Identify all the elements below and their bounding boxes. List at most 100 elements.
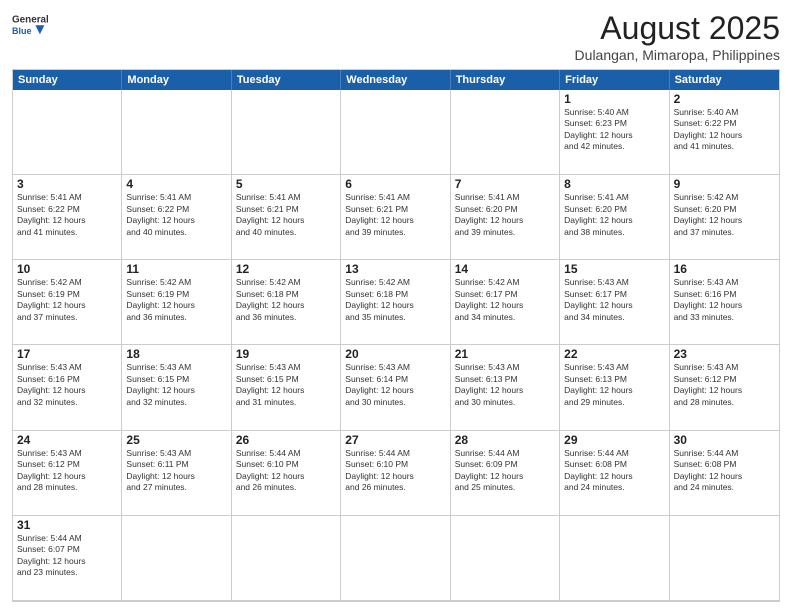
day-header-saturday: Saturday [670,70,779,90]
svg-text:Blue: Blue [12,26,32,36]
calendar-cell-15: 15Sunrise: 5:43 AMSunset: 6:17 PMDayligh… [560,260,669,345]
cell-sun-info: Sunrise: 5:43 AMSunset: 6:14 PMDaylight:… [345,362,445,408]
cell-sun-info: Sunrise: 5:42 AMSunset: 6:19 PMDaylight:… [17,277,117,323]
cell-sun-info: Sunrise: 5:43 AMSunset: 6:17 PMDaylight:… [564,277,664,323]
calendar-cell-empty [451,516,560,601]
cell-sun-info: Sunrise: 5:41 AMSunset: 6:21 PMDaylight:… [345,192,445,238]
calendar-cell-16: 16Sunrise: 5:43 AMSunset: 6:16 PMDayligh… [670,260,779,345]
calendar-cell-6: 6Sunrise: 5:41 AMSunset: 6:21 PMDaylight… [341,175,450,260]
cell-sun-info: Sunrise: 5:43 AMSunset: 6:13 PMDaylight:… [564,362,664,408]
cell-sun-info: Sunrise: 5:43 AMSunset: 6:15 PMDaylight:… [126,362,226,408]
location: Dulangan, Mimaropa, Philippines [575,47,780,63]
calendar: SundayMondayTuesdayWednesdayThursdayFrid… [12,69,780,602]
cell-day-number: 21 [455,347,555,361]
day-header-wednesday: Wednesday [341,70,450,90]
calendar-cell-26: 26Sunrise: 5:44 AMSunset: 6:10 PMDayligh… [232,431,341,516]
cell-day-number: 16 [674,262,775,276]
cell-day-number: 1 [564,92,664,106]
day-header-friday: Friday [560,70,669,90]
calendar-cell-25: 25Sunrise: 5:43 AMSunset: 6:11 PMDayligh… [122,431,231,516]
cell-day-number: 7 [455,177,555,191]
cell-day-number: 8 [564,177,664,191]
calendar-cell-7: 7Sunrise: 5:41 AMSunset: 6:20 PMDaylight… [451,175,560,260]
cell-sun-info: Sunrise: 5:41 AMSunset: 6:20 PMDaylight:… [564,192,664,238]
calendar-cell-14: 14Sunrise: 5:42 AMSunset: 6:17 PMDayligh… [451,260,560,345]
cell-day-number: 24 [17,433,117,447]
cell-sun-info: Sunrise: 5:44 AMSunset: 6:08 PMDaylight:… [674,448,775,494]
calendar-cell-empty [670,516,779,601]
cell-day-number: 3 [17,177,117,191]
cell-day-number: 18 [126,347,226,361]
cell-sun-info: Sunrise: 5:40 AMSunset: 6:23 PMDaylight:… [564,107,664,153]
cell-day-number: 6 [345,177,445,191]
day-header-thursday: Thursday [451,70,560,90]
cell-day-number: 25 [126,433,226,447]
cell-sun-info: Sunrise: 5:43 AMSunset: 6:16 PMDaylight:… [17,362,117,408]
calendar-cell-1: 1Sunrise: 5:40 AMSunset: 6:23 PMDaylight… [560,90,669,175]
cell-day-number: 26 [236,433,336,447]
calendar-cell-8: 8Sunrise: 5:41 AMSunset: 6:20 PMDaylight… [560,175,669,260]
svg-text:General: General [12,15,48,26]
cell-day-number: 13 [345,262,445,276]
cell-day-number: 23 [674,347,775,361]
cell-day-number: 27 [345,433,445,447]
logo: General Blue [12,10,48,40]
header: General Blue August 2025 Dulangan, Mimar… [12,10,780,63]
calendar-cell-21: 21Sunrise: 5:43 AMSunset: 6:13 PMDayligh… [451,345,560,430]
cell-day-number: 14 [455,262,555,276]
calendar-cell-22: 22Sunrise: 5:43 AMSunset: 6:13 PMDayligh… [560,345,669,430]
cell-day-number: 20 [345,347,445,361]
title-block: August 2025 Dulangan, Mimaropa, Philippi… [575,10,780,63]
cell-sun-info: Sunrise: 5:43 AMSunset: 6:16 PMDaylight:… [674,277,775,323]
cell-sun-info: Sunrise: 5:42 AMSunset: 6:18 PMDaylight:… [236,277,336,323]
cell-sun-info: Sunrise: 5:40 AMSunset: 6:22 PMDaylight:… [674,107,775,153]
calendar-cell-29: 29Sunrise: 5:44 AMSunset: 6:08 PMDayligh… [560,431,669,516]
cell-sun-info: Sunrise: 5:41 AMSunset: 6:20 PMDaylight:… [455,192,555,238]
cell-day-number: 5 [236,177,336,191]
calendar-cell-13: 13Sunrise: 5:42 AMSunset: 6:18 PMDayligh… [341,260,450,345]
cell-day-number: 31 [17,518,117,532]
calendar-cell-31: 31Sunrise: 5:44 AMSunset: 6:07 PMDayligh… [13,516,122,601]
calendar-cell-23: 23Sunrise: 5:43 AMSunset: 6:12 PMDayligh… [670,345,779,430]
cell-sun-info: Sunrise: 5:44 AMSunset: 6:08 PMDaylight:… [564,448,664,494]
calendar-cell-empty [341,516,450,601]
cell-day-number: 30 [674,433,775,447]
cell-day-number: 15 [564,262,664,276]
cell-sun-info: Sunrise: 5:41 AMSunset: 6:22 PMDaylight:… [126,192,226,238]
cell-day-number: 22 [564,347,664,361]
calendar-cell-9: 9Sunrise: 5:42 AMSunset: 6:20 PMDaylight… [670,175,779,260]
calendar-cell-empty [341,90,450,175]
calendar-cell-2: 2Sunrise: 5:40 AMSunset: 6:22 PMDaylight… [670,90,779,175]
calendar-cell-20: 20Sunrise: 5:43 AMSunset: 6:14 PMDayligh… [341,345,450,430]
calendar-cell-empty [122,516,231,601]
calendar-cell-24: 24Sunrise: 5:43 AMSunset: 6:12 PMDayligh… [13,431,122,516]
cell-day-number: 19 [236,347,336,361]
cell-sun-info: Sunrise: 5:43 AMSunset: 6:11 PMDaylight:… [126,448,226,494]
cell-day-number: 9 [674,177,775,191]
cell-day-number: 29 [564,433,664,447]
calendar-cell-27: 27Sunrise: 5:44 AMSunset: 6:10 PMDayligh… [341,431,450,516]
calendar-page: General Blue August 2025 Dulangan, Mimar… [0,0,792,612]
cell-day-number: 12 [236,262,336,276]
calendar-cell-17: 17Sunrise: 5:43 AMSunset: 6:16 PMDayligh… [13,345,122,430]
cell-day-number: 17 [17,347,117,361]
cell-sun-info: Sunrise: 5:43 AMSunset: 6:12 PMDaylight:… [674,362,775,408]
cell-sun-info: Sunrise: 5:42 AMSunset: 6:19 PMDaylight:… [126,277,226,323]
day-header-sunday: Sunday [13,70,122,90]
cell-sun-info: Sunrise: 5:42 AMSunset: 6:20 PMDaylight:… [674,192,775,238]
cell-sun-info: Sunrise: 5:44 AMSunset: 6:09 PMDaylight:… [455,448,555,494]
cell-sun-info: Sunrise: 5:43 AMSunset: 6:15 PMDaylight:… [236,362,336,408]
calendar-grid: 1Sunrise: 5:40 AMSunset: 6:23 PMDaylight… [13,90,779,601]
calendar-cell-30: 30Sunrise: 5:44 AMSunset: 6:08 PMDayligh… [670,431,779,516]
calendar-cell-19: 19Sunrise: 5:43 AMSunset: 6:15 PMDayligh… [232,345,341,430]
calendar-cell-4: 4Sunrise: 5:41 AMSunset: 6:22 PMDaylight… [122,175,231,260]
day-header-monday: Monday [122,70,231,90]
calendar-cell-empty [560,516,669,601]
day-header-tuesday: Tuesday [232,70,341,90]
calendar-cell-3: 3Sunrise: 5:41 AMSunset: 6:22 PMDaylight… [13,175,122,260]
generalblue-logo-icon: General Blue [12,10,48,40]
cell-sun-info: Sunrise: 5:42 AMSunset: 6:18 PMDaylight:… [345,277,445,323]
cell-day-number: 4 [126,177,226,191]
day-headers: SundayMondayTuesdayWednesdayThursdayFrid… [13,70,779,90]
calendar-cell-5: 5Sunrise: 5:41 AMSunset: 6:21 PMDaylight… [232,175,341,260]
